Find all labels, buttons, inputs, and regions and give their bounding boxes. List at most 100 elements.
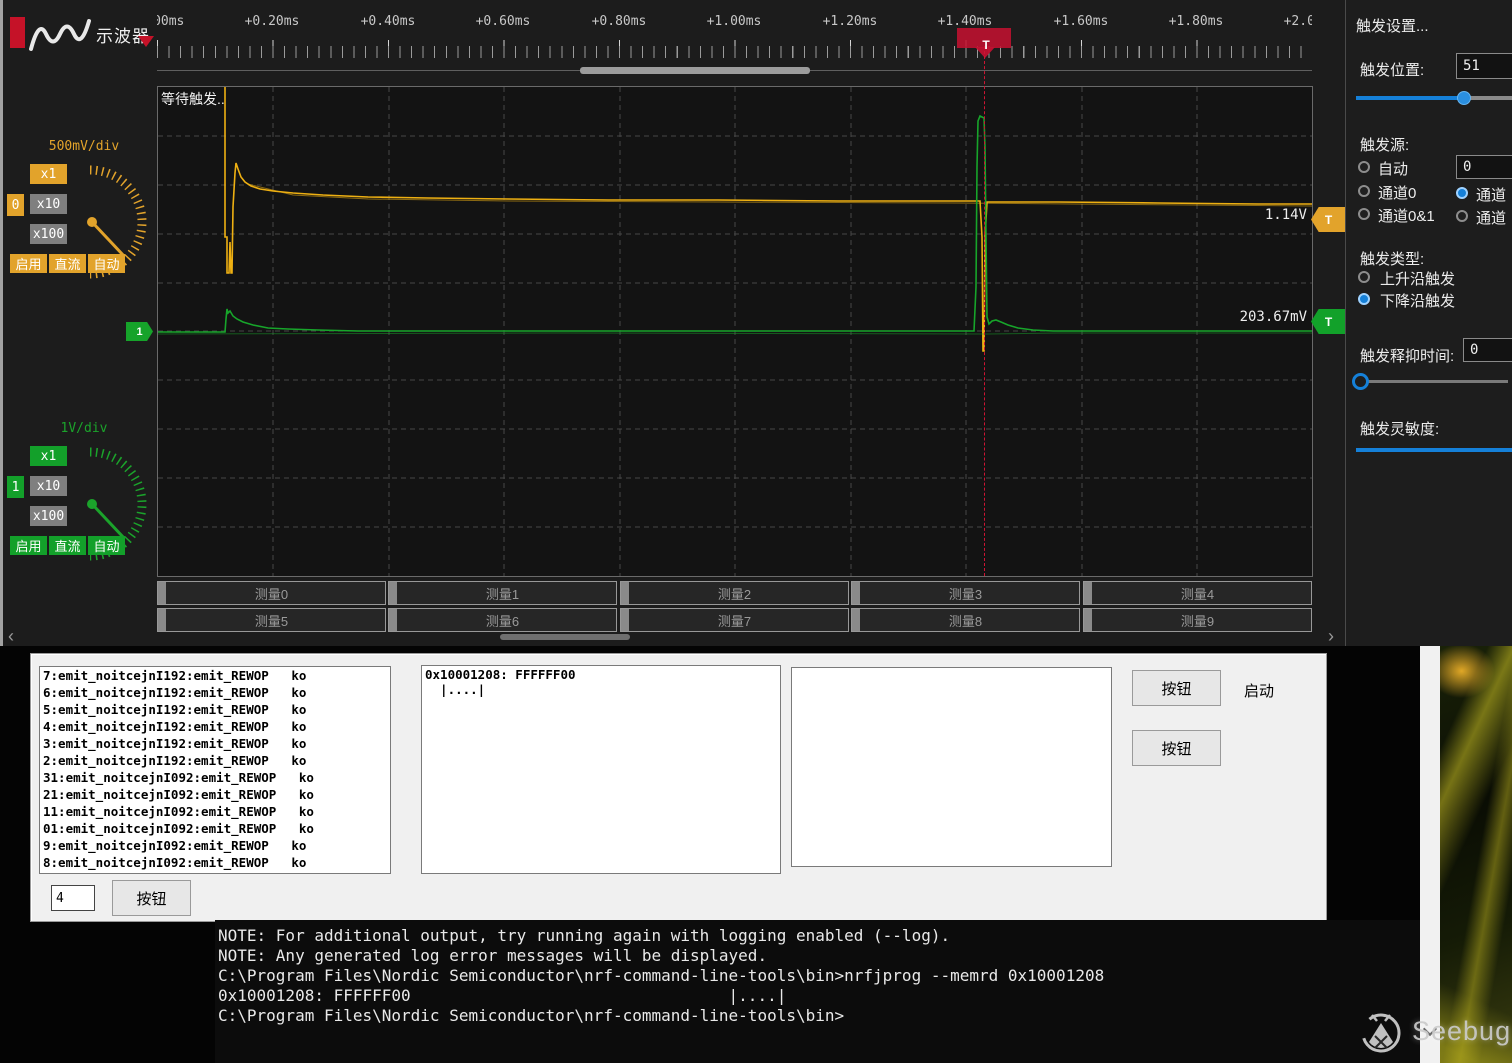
log-line: 7:emit_noitcejnI192:emit_REWOP ko [40, 667, 390, 684]
ruler-label: +1.80ms [1169, 14, 1224, 29]
log-line: 31:emit_noitcejnI092:emit_REWOP ko [40, 769, 390, 786]
channel0-scale-knob[interactable] [70, 150, 150, 295]
scroll-right-arrow[interactable]: › [1328, 626, 1334, 647]
log-line: 4:emit_noitcejnI192:emit_REWOP ko [40, 718, 390, 735]
trigger-position-slider-track-filled[interactable] [1356, 96, 1462, 100]
action-button-3[interactable]: 按钮 [112, 880, 191, 916]
memory-read-text: 0x10001208: FFFFFF00 |....| [422, 666, 780, 698]
measure-9-button[interactable]: 测量9 [1083, 608, 1312, 632]
log-line: 01:emit_noitcejnI092:emit_REWOP ko [40, 820, 390, 837]
source-channel1-label: 通道 [1476, 184, 1506, 205]
acquisition-status: 等待触发.. [161, 89, 225, 109]
seebug-text: Seebug [1412, 1016, 1511, 1047]
trigger-position-slider-thumb[interactable] [1457, 91, 1471, 105]
channel0-dc-button[interactable]: 直流 [49, 254, 86, 273]
channel1-dc-button[interactable]: 直流 [49, 536, 86, 555]
terminal-line: C:\Program Files\Nordic Semiconductor\nr… [218, 966, 1420, 986]
ruler-label: +0.00ms [157, 14, 184, 29]
source-channel0-radio[interactable] [1358, 185, 1370, 197]
trigger-source-label: 触发源: [1360, 134, 1409, 155]
channel1-gain-x100-button[interactable]: x100 [30, 506, 67, 526]
ruler-label: +0.80ms [592, 14, 647, 29]
ruler-label: +0.60ms [476, 14, 531, 29]
command-prompt[interactable]: NOTE: For additional output, try running… [215, 920, 1420, 1063]
measure-5-button[interactable]: 测量5 [157, 608, 386, 632]
measure-8-button[interactable]: 测量8 [851, 608, 1080, 632]
horizontal-scrollbar[interactable] [157, 66, 1312, 75]
rising-edge-radio[interactable] [1358, 271, 1370, 283]
panel-title: 触发设置... [1356, 15, 1429, 36]
time-ruler[interactable]: +0.00ms +0.20ms +0.40ms +0.60ms +0.80ms … [157, 12, 1312, 62]
channel1-enable-button[interactable]: 启用 [10, 536, 47, 555]
holdoff-label: 触发释抑时间: [1360, 345, 1454, 366]
channel1-auto-button[interactable]: 自动 [88, 536, 125, 555]
log-line: 21:emit_noitcejnI092:emit_REWOP ko [40, 786, 390, 803]
trigger-flag-label: T [979, 38, 993, 52]
holdoff-slider-thumb[interactable] [1352, 373, 1369, 390]
injection-log-listbox[interactable]: 7:emit_noitcejnI192:emit_REWOP ko 6:emit… [39, 666, 391, 874]
ruler-minor-ticks [157, 46, 1312, 58]
channel0-gain-x100-button[interactable]: x100 [30, 224, 67, 244]
channel0-auto-button[interactable]: 自动 [88, 254, 125, 273]
channel1-scale-knob[interactable] [70, 432, 150, 577]
log-line: 3:emit_noitcejnI192:emit_REWOP ko [40, 735, 390, 752]
sensitivity-label: 触发灵敏度: [1360, 418, 1439, 439]
measure-4-button[interactable]: 测量4 [1083, 581, 1312, 605]
logo-red-bar [10, 17, 25, 48]
channel1-trace-fuzz [158, 333, 1312, 334]
rising-edge-label: 上升沿触发 [1380, 268, 1455, 289]
channel1-gain-x10-button[interactable]: x10 [30, 476, 67, 496]
source-channel2-radio[interactable] [1456, 210, 1468, 222]
channel1-trigger-tag[interactable]: T [1311, 309, 1346, 334]
terminal-line: NOTE: For additional output, try running… [218, 926, 1420, 946]
source-channel1-radio[interactable] [1456, 187, 1468, 199]
seebug-watermark: Seebug [1356, 1006, 1511, 1056]
source-auto-label: 自动 [1378, 158, 1408, 179]
measure-6-button[interactable]: 测量6 [388, 608, 617, 632]
source-auto-radio[interactable] [1358, 161, 1370, 173]
trigger-position-input[interactable] [1456, 53, 1512, 79]
holdoff-input[interactable] [1463, 338, 1512, 362]
source-channel01-radio[interactable] [1358, 208, 1370, 220]
holdoff-slider-track[interactable] [1358, 380, 1508, 383]
channel0-trigger-tag[interactable]: T [1311, 207, 1346, 232]
trigger-type-label: 触发类型: [1360, 248, 1424, 269]
scrollbar-handle[interactable] [580, 67, 810, 74]
log-line: 8:emit_noitcejnI092:emit_REWOP ko [40, 854, 390, 871]
waveform-display: 等待触发.. 1.14V 203.67mV [157, 86, 1313, 577]
action-button-2[interactable]: 按钮 [1132, 730, 1221, 766]
log-line: 7:emit_noitcejnI092:emit_REWOP ko [40, 871, 390, 874]
channel1-gain-x1-button[interactable]: x1 [30, 446, 67, 466]
window-edge [0, 0, 3, 646]
log-line: 11:emit_noitcejnI092:emit_REWOP ko [40, 803, 390, 820]
channel0-level-readout: 1.14V [1265, 207, 1307, 223]
falling-edge-radio[interactable] [1358, 293, 1370, 305]
measure-7-button[interactable]: 测量7 [620, 608, 849, 632]
channel0-trace [225, 87, 1312, 351]
memory-read-listbox[interactable]: 0x10001208: FFFFFF00 |....| [421, 665, 781, 874]
log-line: 6:emit_noitcejnI192:emit_REWOP ko [40, 684, 390, 701]
sensitivity-slider-track[interactable] [1356, 448, 1512, 452]
output-listbox[interactable] [791, 667, 1112, 867]
channel1-id-badge: 1 [7, 476, 24, 498]
measure-2-button[interactable]: 测量2 [620, 581, 849, 605]
dropdown-caret-icon[interactable] [138, 36, 154, 47]
channel0-gain-x1-button[interactable]: x1 [30, 164, 67, 184]
channel1-position-marker[interactable]: 1 [126, 322, 153, 341]
measure-1-button[interactable]: 测量1 [388, 581, 617, 605]
source-channel2-label: 通道 [1476, 207, 1506, 228]
source-auto-value-input[interactable] [1456, 155, 1512, 179]
measure-3-button[interactable]: 测量3 [851, 581, 1080, 605]
channel0-gain-x10-button[interactable]: x10 [30, 194, 67, 214]
action-button-1[interactable]: 按钮 [1132, 670, 1221, 706]
channel1-level-readout: 203.67mV [1240, 309, 1307, 325]
terminal-line: C:\Program Files\Nordic Semiconductor\nr… [218, 1006, 1420, 1026]
channel0-enable-button[interactable]: 启用 [10, 254, 47, 273]
bottom-scrollbar-handle[interactable] [500, 634, 630, 640]
ruler-label: +1.40ms [938, 14, 993, 29]
seebug-logo-icon [1356, 1006, 1406, 1056]
page-scrollbar[interactable] [1420, 646, 1440, 1063]
count-input[interactable] [51, 885, 95, 911]
scroll-left-arrow[interactable]: ‹ [8, 626, 14, 647]
measure-0-button[interactable]: 测量0 [157, 581, 386, 605]
